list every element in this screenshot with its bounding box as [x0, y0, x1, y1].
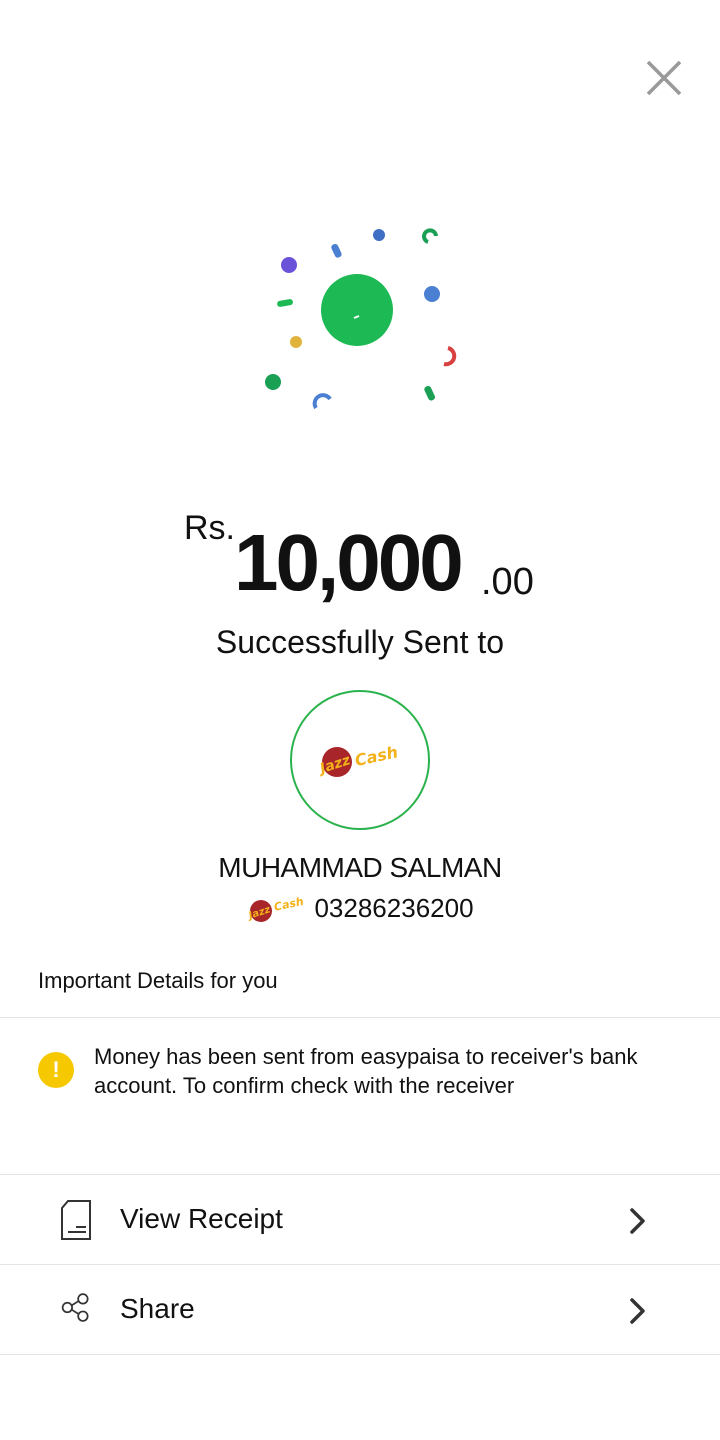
warning-icon: ! [38, 1052, 74, 1088]
amount-decimal: .00 [481, 561, 534, 603]
divider [0, 1017, 720, 1018]
recipient-account: Jazz Cash 03286236200 [0, 890, 720, 926]
amount-whole: 10,000 [234, 518, 464, 607]
details-title: Important Details for you [38, 968, 278, 993]
notice-text: Money has been sent from easypaisa to re… [94, 1044, 638, 1098]
amount-currency: Rs. [184, 509, 235, 547]
share-label: Share [120, 1293, 195, 1324]
view-receipt-button[interactable]: View Receipt [0, 1176, 720, 1264]
jazzcash-logo-icon: Jazz Cash [315, 742, 399, 778]
divider [0, 1264, 720, 1265]
amount-display: Rs. 10,000 .00 [0, 505, 720, 615]
svg-text:Cash: Cash [273, 895, 305, 914]
close-button[interactable] [640, 54, 688, 102]
chevron-right-icon [630, 1298, 645, 1324]
chevron-right-icon [630, 1208, 645, 1234]
jazzcash-logo-small-icon: Jazz Cash [246, 895, 305, 922]
recipient-name: MUHAMMAD SALMAN [218, 852, 502, 883]
close-icon [646, 60, 682, 96]
recipient-avatar: Jazz Cash [290, 690, 430, 830]
svg-text:Cash: Cash [353, 742, 399, 770]
recipient-account-number: 03286236200 [314, 892, 474, 923]
view-receipt-label: View Receipt [120, 1203, 283, 1234]
share-icon [61, 1293, 89, 1322]
success-confetti-icon [265, 228, 457, 410]
divider [0, 1174, 720, 1175]
divider [0, 1354, 720, 1355]
receipt-icon [61, 1200, 91, 1240]
status-text: Successfully Sent to [215, 624, 505, 660]
share-button[interactable]: Share [0, 1266, 720, 1354]
notice-message: ! Money has been sent from easypaisa to … [38, 1042, 678, 1100]
